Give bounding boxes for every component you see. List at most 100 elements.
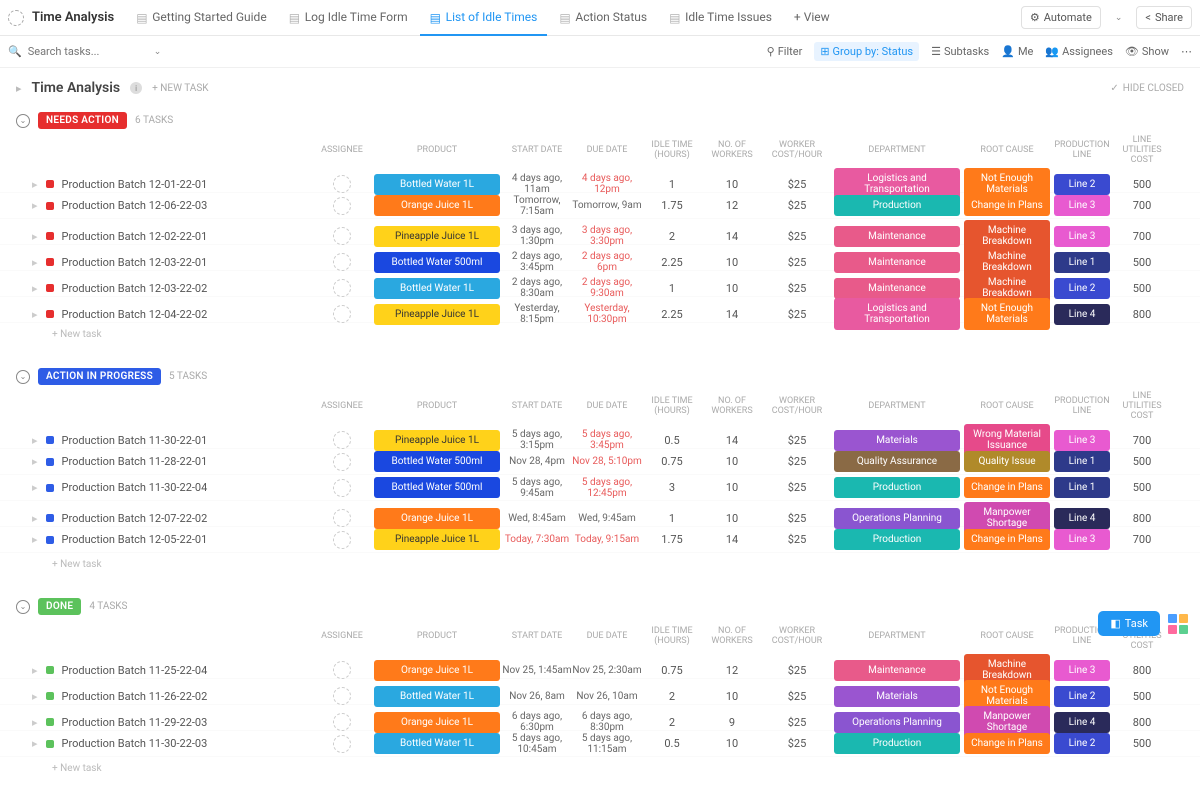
product-pill[interactable]: Orange Juice 1L [374, 508, 500, 529]
department-pill[interactable]: Quality Assurance [834, 451, 960, 472]
product-pill[interactable]: Bottled Water 1L [374, 686, 500, 707]
table-row[interactable]: ▸Production Batch 12-04-22-02Pineapple J… [0, 297, 1200, 323]
fab-apps-icon[interactable] [1168, 614, 1188, 634]
expand-icon[interactable]: ▸ [32, 512, 38, 525]
product-pill[interactable]: Bottled Water 500ml [374, 477, 500, 498]
collapse-group-icon[interactable]: ⌄ [16, 114, 30, 128]
start-date[interactable]: 2 days ago, 8:30am [502, 277, 572, 299]
assignee-icon[interactable] [333, 713, 351, 731]
department-pill[interactable]: Production [834, 195, 960, 216]
start-date[interactable]: 5 days ago, 10:45am [502, 733, 572, 755]
line-pill[interactable]: Line 4 [1054, 508, 1110, 529]
tab-list-of-idle-times[interactable]: ▤List of Idle Times [420, 0, 548, 36]
start-date[interactable]: Nov 26, 8am [502, 691, 572, 702]
assignee-icon[interactable] [333, 197, 351, 215]
info-icon[interactable]: i [130, 82, 142, 94]
line-pill[interactable]: Line 4 [1054, 304, 1110, 325]
due-date[interactable]: Nov 28, 5:10pm [572, 456, 642, 467]
line-pill[interactable]: Line 1 [1054, 477, 1110, 498]
status-pill[interactable]: ACTION IN PROGRESS [38, 368, 161, 385]
me-button[interactable]: 👤 Me [1001, 45, 1033, 58]
start-date[interactable]: Tomorrow, 7:15am [502, 195, 572, 217]
line-pill[interactable]: Line 3 [1054, 430, 1110, 451]
product-pill[interactable]: Orange Juice 1L [374, 660, 500, 681]
assignee-icon[interactable] [333, 479, 351, 497]
assignee-icon[interactable] [333, 509, 351, 527]
department-pill[interactable]: Production [834, 733, 960, 754]
line-pill[interactable]: Line 3 [1054, 660, 1110, 681]
product-pill[interactable]: Pineapple Juice 1L [374, 226, 500, 247]
assignee-icon[interactable] [333, 661, 351, 679]
collapse-group-icon[interactable]: ⌄ [16, 370, 30, 384]
line-pill[interactable]: Line 3 [1054, 195, 1110, 216]
product-pill[interactable]: Orange Juice 1L [374, 712, 500, 733]
line-pill[interactable]: Line 4 [1054, 712, 1110, 733]
assignee-icon[interactable] [333, 175, 351, 193]
start-date[interactable]: 5 days ago, 9:45am [502, 477, 572, 499]
department-pill[interactable]: Production [834, 529, 960, 550]
table-row[interactable]: ▸Production Batch 12-06-22-03Orange Juic… [0, 193, 1200, 219]
start-date[interactable]: 2 days ago, 3:45pm [502, 251, 572, 273]
tab-getting-started-guide[interactable]: ▤Getting Started Guide [126, 0, 276, 36]
start-date[interactable]: Yesterday, 8:15pm [502, 303, 572, 325]
department-pill[interactable]: Maintenance [834, 226, 960, 247]
filter-button[interactable]: ⚲ Filter [767, 45, 803, 58]
tab-idle-time-issues[interactable]: ▤Idle Time Issues [659, 0, 782, 36]
group-by-button[interactable]: ⊞ Group by: Status [814, 42, 919, 61]
share-button[interactable]: <Share [1136, 6, 1192, 29]
product-pill[interactable]: Pineapple Juice 1L [374, 304, 500, 325]
table-row[interactable]: ▸Production Batch 11-30-22-04Bottled Wat… [0, 475, 1200, 501]
department-pill[interactable]: Logistics and Transportation [834, 298, 960, 330]
expand-icon[interactable]: ▸ [32, 230, 38, 243]
due-date[interactable]: 3 days ago, 3:30pm [572, 225, 642, 247]
product-pill[interactable]: Bottled Water 500ml [374, 451, 500, 472]
product-pill[interactable]: Pineapple Juice 1L [374, 430, 500, 451]
due-date[interactable]: Tomorrow, 9am [572, 200, 642, 211]
collapse-group-icon[interactable]: ⌄ [16, 600, 30, 614]
start-date[interactable]: Nov 25, 1:45am [502, 665, 572, 676]
collapse-all-icon[interactable]: ▸ [16, 82, 22, 95]
due-date[interactable]: 5 days ago, 3:45pm [572, 429, 642, 451]
expand-icon[interactable]: ▸ [32, 664, 38, 677]
expand-icon[interactable]: ▸ [32, 455, 38, 468]
expand-icon[interactable]: ▸ [32, 737, 38, 750]
root-cause-pill[interactable]: Quality Issue [964, 451, 1050, 472]
new-task-row[interactable]: + New task [0, 757, 1200, 780]
table-row[interactable]: ▸Production Batch 11-29-22-03Orange Juic… [0, 705, 1200, 731]
expand-icon[interactable]: ▸ [32, 690, 38, 703]
due-date[interactable]: 4 days ago, 12pm [572, 173, 642, 195]
table-row[interactable]: ▸Production Batch 11-30-22-01Pineapple J… [0, 423, 1200, 449]
assignee-icon[interactable] [333, 735, 351, 753]
assignee-icon[interactable] [333, 253, 351, 271]
due-date[interactable]: 2 days ago, 6pm [572, 251, 642, 273]
root-cause-pill[interactable]: Change in Plans [964, 477, 1050, 498]
start-date[interactable]: Wed, 8:45am [502, 513, 572, 524]
assignee-icon[interactable] [333, 279, 351, 297]
table-row[interactable]: ▸Production Batch 11-25-22-04Orange Juic… [0, 653, 1200, 679]
due-date[interactable]: 6 days ago, 8:30pm [572, 711, 642, 733]
due-date[interactable]: 2 days ago, 9:30am [572, 277, 642, 299]
start-date[interactable]: 6 days ago, 6:30pm [502, 711, 572, 733]
new-task-button[interactable]: + NEW TASK [152, 83, 208, 94]
line-pill[interactable]: Line 2 [1054, 733, 1110, 754]
expand-icon[interactable]: ▸ [32, 481, 38, 494]
line-pill[interactable]: Line 1 [1054, 252, 1110, 273]
line-pill[interactable]: Line 2 [1054, 686, 1110, 707]
due-date[interactable]: Yesterday, 10:30pm [572, 303, 642, 325]
expand-icon[interactable]: ▸ [32, 282, 38, 295]
search-input[interactable] [28, 45, 148, 58]
line-pill[interactable]: Line 2 [1054, 278, 1110, 299]
expand-icon[interactable]: ▸ [32, 434, 38, 447]
assignee-icon[interactable] [333, 305, 351, 323]
add-view[interactable]: + View [784, 0, 840, 36]
assignee-icon[interactable] [333, 431, 351, 449]
line-pill[interactable]: Line 3 [1054, 226, 1110, 247]
automate-chevron[interactable]: ⌄ [1107, 9, 1131, 27]
start-date[interactable]: 3 days ago, 1:30pm [502, 225, 572, 247]
product-pill[interactable]: Bottled Water 500ml [374, 252, 500, 273]
expand-icon[interactable]: ▸ [32, 716, 38, 729]
department-pill[interactable]: Materials [834, 430, 960, 451]
product-pill[interactable]: Bottled Water 1L [374, 733, 500, 754]
product-pill[interactable]: Pineapple Juice 1L [374, 529, 500, 550]
fab-task-button[interactable]: ◧ Task [1098, 611, 1160, 636]
